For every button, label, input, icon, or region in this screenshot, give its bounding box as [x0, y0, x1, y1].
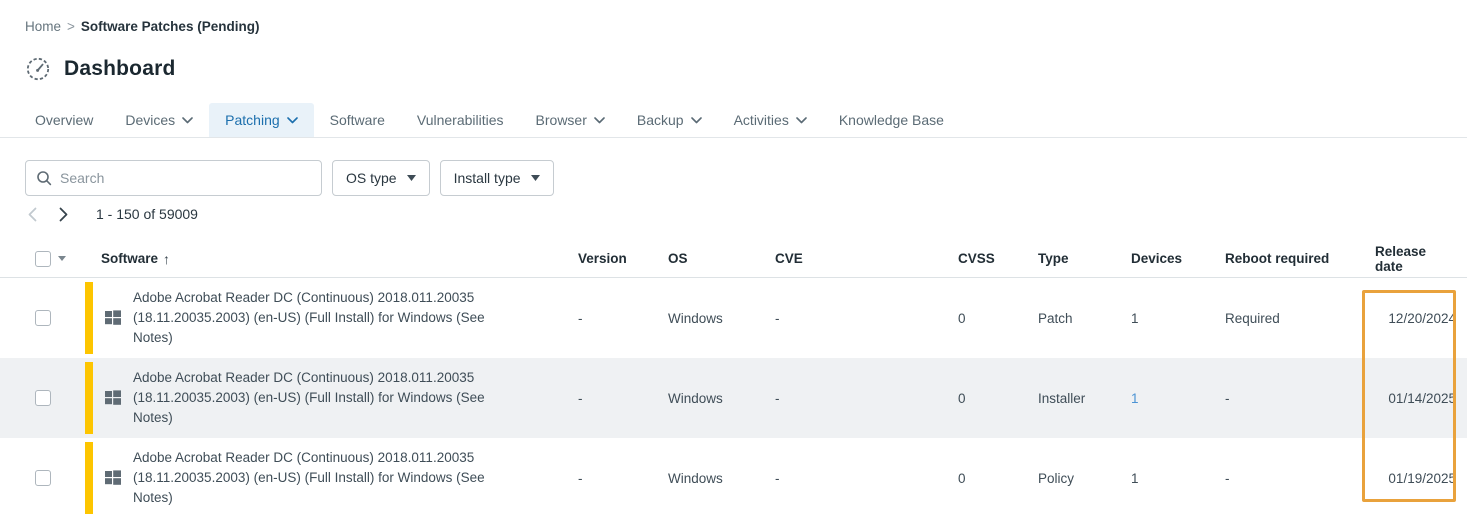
- software-cell: Adobe Acrobat Reader DC (Continuous) 201…: [75, 358, 578, 438]
- row-checkbox[interactable]: [35, 470, 51, 486]
- tab-browser[interactable]: Browser: [520, 103, 621, 137]
- severity-bar: [85, 282, 93, 354]
- gauge-icon: [25, 56, 51, 82]
- version-cell: -: [578, 391, 668, 406]
- select-all-checkbox[interactable]: [35, 251, 51, 267]
- devices-cell[interactable]: 1: [1131, 311, 1225, 326]
- column-header-version[interactable]: Version: [578, 251, 668, 266]
- os-type-filter[interactable]: OS type: [332, 160, 430, 196]
- breadcrumb: Home > Software Patches (Pending): [25, 19, 259, 34]
- column-header-os[interactable]: OS: [668, 251, 775, 266]
- header-select-cell: [25, 251, 75, 267]
- previous-page-icon[interactable]: [28, 207, 37, 222]
- table-row[interactable]: Adobe Acrobat Reader DC (Continuous) 201…: [0, 278, 1467, 358]
- severity-bar: [85, 362, 93, 434]
- cvss-cell: 0: [958, 471, 1038, 486]
- column-header-type[interactable]: Type: [1038, 251, 1131, 266]
- windows-icon: [105, 310, 121, 326]
- search-box[interactable]: [25, 160, 322, 196]
- chevron-down-icon: [796, 117, 807, 124]
- table-row[interactable]: Adobe Acrobat Reader DC (Continuous) 201…: [0, 438, 1467, 517]
- column-header-devices[interactable]: Devices: [1131, 251, 1225, 266]
- chevron-down-icon: [691, 117, 702, 124]
- tab-devices[interactable]: Devices: [109, 103, 209, 137]
- tab-patching[interactable]: Patching: [209, 103, 313, 137]
- tab-software[interactable]: Software: [314, 103, 401, 137]
- windows-icon: [105, 470, 121, 486]
- sort-ascending-icon: ↑: [163, 251, 170, 267]
- next-page-icon[interactable]: [59, 207, 68, 222]
- row-checkbox[interactable]: [35, 390, 51, 406]
- version-cell: -: [578, 311, 668, 326]
- cve-cell: -: [775, 471, 958, 486]
- tab-overview[interactable]: Overview: [19, 103, 109, 137]
- row-select-cell: [25, 470, 75, 486]
- tab-activities[interactable]: Activities: [718, 103, 823, 137]
- page-header: Dashboard: [25, 56, 176, 82]
- column-header-cvss[interactable]: CVSS: [958, 251, 1038, 266]
- software-cell: Adobe Acrobat Reader DC (Continuous) 201…: [75, 278, 578, 358]
- row-select-cell: [25, 390, 75, 406]
- tab-backup[interactable]: Backup: [621, 103, 718, 137]
- devices-cell[interactable]: 1: [1131, 471, 1225, 486]
- breadcrumb-current: Software Patches (Pending): [81, 19, 260, 34]
- breadcrumb-home-link[interactable]: Home: [25, 19, 61, 34]
- caret-down-icon: [407, 175, 416, 181]
- software-name: Adobe Acrobat Reader DC (Continuous) 201…: [133, 448, 525, 508]
- column-header-reboot-required[interactable]: Reboot required: [1225, 251, 1375, 266]
- cve-cell: -: [775, 311, 958, 326]
- row-checkbox[interactable]: [35, 310, 51, 326]
- dashboard-tab-bar: Overview Devices Patching Software Vulne…: [0, 103, 1467, 138]
- search-icon: [36, 170, 52, 186]
- chevron-down-icon: [182, 117, 193, 124]
- software-name: Adobe Acrobat Reader DC (Continuous) 201…: [133, 288, 525, 348]
- cvss-cell: 0: [958, 391, 1038, 406]
- pagination-range: 1 - 150 of 59009: [96, 206, 198, 222]
- chevron-down-icon: [594, 117, 605, 124]
- column-header-release-date[interactable]: Release date: [1375, 244, 1456, 274]
- reboot-required-cell: -: [1225, 391, 1375, 406]
- column-header-software[interactable]: Software ↑: [75, 251, 578, 267]
- tab-knowledge-base[interactable]: Knowledge Base: [823, 103, 960, 137]
- column-header-cve[interactable]: CVE: [775, 251, 958, 266]
- select-menu-caret-icon[interactable]: [58, 256, 66, 261]
- cvss-cell: 0: [958, 311, 1038, 326]
- type-cell: Installer: [1038, 391, 1131, 406]
- cve-cell: -: [775, 391, 958, 406]
- reboot-required-cell: -: [1225, 471, 1375, 486]
- patching-dashboard-page: Home > Software Patches (Pending) Dashbo…: [0, 0, 1467, 517]
- windows-icon: [105, 390, 121, 406]
- type-cell: Policy: [1038, 471, 1131, 486]
- severity-bar: [85, 442, 93, 514]
- software-name: Adobe Acrobat Reader DC (Continuous) 201…: [133, 368, 525, 428]
- os-cell: Windows: [668, 391, 775, 406]
- tab-vulnerabilities[interactable]: Vulnerabilities: [401, 103, 520, 137]
- table-row[interactable]: Adobe Acrobat Reader DC (Continuous) 201…: [0, 358, 1467, 438]
- page-title: Dashboard: [64, 57, 176, 81]
- reboot-required-cell: Required: [1225, 311, 1375, 326]
- release-date-cell: 01/14/2025: [1375, 391, 1456, 406]
- filter-bar: OS type Install type: [25, 160, 554, 196]
- devices-link[interactable]: 1: [1131, 391, 1225, 406]
- chevron-down-icon: [287, 117, 298, 124]
- os-cell: Windows: [668, 471, 775, 486]
- caret-down-icon: [531, 175, 540, 181]
- release-date-cell: 01/19/2025: [1375, 471, 1456, 486]
- os-cell: Windows: [668, 311, 775, 326]
- patches-table: Software ↑ Version OS CVE CVSS Type Devi…: [0, 240, 1467, 517]
- type-cell: Patch: [1038, 311, 1131, 326]
- version-cell: -: [578, 471, 668, 486]
- pagination: 1 - 150 of 59009: [28, 206, 198, 222]
- breadcrumb-separator: >: [67, 19, 75, 34]
- release-date-cell: 12/20/2024: [1375, 311, 1456, 326]
- software-cell: Adobe Acrobat Reader DC (Continuous) 201…: [75, 438, 578, 517]
- table-header-row: Software ↑ Version OS CVE CVSS Type Devi…: [0, 240, 1467, 278]
- install-type-filter[interactable]: Install type: [440, 160, 554, 196]
- search-input[interactable]: [60, 170, 311, 186]
- row-select-cell: [25, 310, 75, 326]
